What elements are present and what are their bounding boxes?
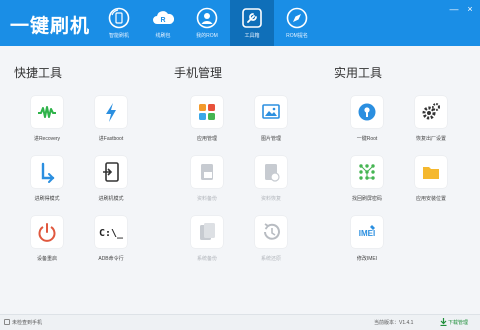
tab-my-rom[interactable]: 我的ROM: [185, 0, 229, 46]
phone-enter-icon: [103, 162, 119, 182]
system-backup-tile[interactable]: [191, 216, 223, 248]
flash-mode-tile[interactable]: [95, 156, 127, 188]
close-button[interactable]: ×: [464, 4, 476, 14]
modify-imei-tile[interactable]: IMEI: [351, 216, 383, 248]
system-restore-label: 系统还原: [260, 256, 281, 262]
factory-reset-label: 恢复出厂设置: [415, 136, 446, 142]
pattern-recover-tile[interactable]: [351, 156, 383, 188]
app-manage-label: 应用管理: [196, 136, 217, 142]
recovery-label: 进Recovery: [33, 136, 61, 142]
phone-status-icon: [4, 319, 10, 325]
install-location-tile[interactable]: [415, 156, 447, 188]
modify-imei-label: 修改IMEI: [356, 256, 378, 262]
fastboot-label: 进Fastboot: [98, 136, 124, 142]
user-icon: [196, 7, 218, 29]
refresh-phone-icon: [108, 7, 130, 29]
folder-icon: [423, 167, 439, 179]
tab-label: ROM提名: [286, 33, 308, 39]
app-grid-icon: [199, 104, 215, 120]
minimize-button[interactable]: —: [448, 4, 460, 14]
reboot-icon: [38, 223, 56, 242]
tab-toolbox[interactable]: 工具箱: [230, 0, 274, 46]
restore-doc-icon: [265, 164, 280, 182]
download-mode-label: 进刷得模式: [34, 196, 60, 202]
download-mode-tile[interactable]: [31, 156, 63, 188]
device-status-text: 未检查到手机: [12, 320, 43, 326]
adb-tile[interactable]: C:\_: [95, 216, 127, 248]
data-backup-label: 资料备份: [196, 196, 217, 202]
tab-line-flash[interactable]: R 线刷包: [141, 0, 185, 46]
reboot-tile[interactable]: [31, 216, 63, 248]
recovery-tile[interactable]: [31, 96, 63, 128]
system-backup-icon: [200, 223, 215, 240]
tab-rom-nominate[interactable]: ROM提名: [275, 0, 319, 46]
download-icon: [440, 318, 447, 326]
status-bar: 未检查到手机 当前版本：V1.4.1 下载管理: [0, 314, 480, 330]
system-restore-tile[interactable]: [255, 216, 287, 248]
imei-icon-text: IMEI: [359, 229, 375, 238]
svg-text:R: R: [160, 17, 165, 24]
app-manage-tile[interactable]: [191, 96, 223, 128]
backup-doc-icon: [201, 164, 213, 180]
app-title: 一键刷机: [10, 15, 91, 37]
fastboot-tile[interactable]: [95, 96, 127, 128]
cloud-r-icon: R: [153, 11, 174, 24]
root-tile[interactable]: [351, 96, 383, 128]
factory-reset-tile[interactable]: [415, 96, 447, 128]
flash-mode-label: 进刷机模式: [98, 196, 124, 202]
adb-prompt-text: C:\_: [99, 228, 124, 239]
reboot-label: 设备重启: [36, 256, 57, 262]
wrench-icon: [242, 8, 262, 28]
system-backup-label: 系统备份: [196, 256, 217, 262]
compass-icon: [286, 7, 308, 29]
pattern-lock-icon: [359, 164, 375, 180]
imei-icon: IMEI: [359, 225, 375, 238]
version-text: 当前版本：V1.4.1: [374, 320, 414, 326]
root-key-icon: [358, 103, 376, 121]
root-label: 一键Root: [356, 136, 378, 142]
recovery-wave-icon: [38, 106, 56, 118]
gears-icon: [422, 103, 440, 120]
download-manager-link[interactable]: 下载管理: [448, 319, 468, 326]
picture-icon: [262, 104, 280, 119]
history-icon: [264, 223, 280, 240]
adb-label: ADB命令行: [98, 256, 124, 262]
section-title-phone-management: 手机管理: [174, 66, 223, 80]
image-manage-label: 图片管理: [260, 136, 281, 142]
section-title-utilities: 实用工具: [334, 66, 383, 80]
download-mode-icon: [41, 162, 55, 183]
pattern-recover-label: 找回刷屏密码: [351, 196, 382, 202]
data-restore-label: 资料恢复: [260, 196, 281, 202]
section-title-quick-tools: 快捷工具: [14, 66, 63, 80]
image-manage-tile[interactable]: [255, 96, 287, 128]
tab-smart-flash[interactable]: 智能刷机: [97, 0, 141, 46]
terminal-icon: C:\_: [99, 228, 124, 239]
install-location-label: 应用安装位置: [415, 196, 446, 202]
title-bar: 一键刷机 智能刷机 R 线刷包 我的ROM 工具箱 ROM提名 — ×: [0, 0, 480, 46]
data-backup-tile[interactable]: [191, 156, 223, 188]
data-restore-tile[interactable]: [255, 156, 287, 188]
lightning-icon: [106, 103, 116, 122]
